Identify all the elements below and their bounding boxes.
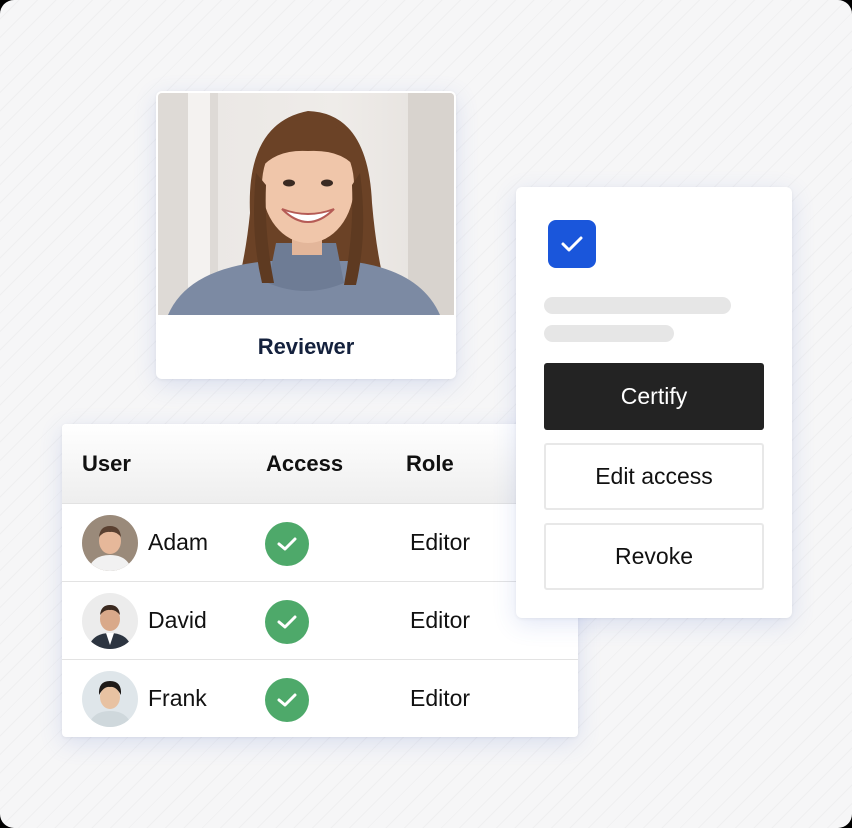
table-row[interactable]: David Editor xyxy=(62,582,578,660)
avatar xyxy=(82,671,138,727)
skeleton-line xyxy=(544,297,731,314)
table-row[interactable]: Adam Editor xyxy=(62,504,578,582)
certification-actions-card: Certify Edit access Revoke xyxy=(516,187,792,618)
reviewer-label: Reviewer xyxy=(257,334,355,359)
user-role: Editor xyxy=(410,685,471,711)
canvas: Reviewer User Access Role Adam Editor Da… xyxy=(0,0,852,828)
edit-access-button[interactable]: Edit access xyxy=(544,443,764,510)
table-row[interactable]: Frank Editor xyxy=(62,660,578,737)
select-checkbox[interactable] xyxy=(548,220,596,268)
user-name: Frank xyxy=(148,685,207,711)
table-header: User Access Role xyxy=(62,424,578,504)
reviewer-photo xyxy=(158,93,454,315)
skeleton-line xyxy=(544,325,674,342)
column-header-role: Role xyxy=(406,450,454,476)
avatar xyxy=(82,515,138,571)
revoke-button[interactable]: Revoke xyxy=(544,523,764,590)
certify-button[interactable]: Certify xyxy=(544,363,764,430)
user-name: Adam xyxy=(148,529,209,555)
check-circle-icon xyxy=(265,678,309,722)
user-role: Editor xyxy=(410,607,471,633)
check-circle-icon xyxy=(265,522,309,566)
user-name: David xyxy=(148,607,207,633)
column-header-user: User xyxy=(82,450,131,476)
check-circle-icon xyxy=(265,600,309,644)
avatar xyxy=(82,593,138,649)
user-access-table: User Access Role Adam Editor David Edito… xyxy=(62,424,578,737)
checkmark-icon xyxy=(561,236,583,252)
reviewer-card: Reviewer xyxy=(156,91,456,379)
column-header-access: Access xyxy=(266,450,344,476)
user-role: Editor xyxy=(410,529,471,555)
